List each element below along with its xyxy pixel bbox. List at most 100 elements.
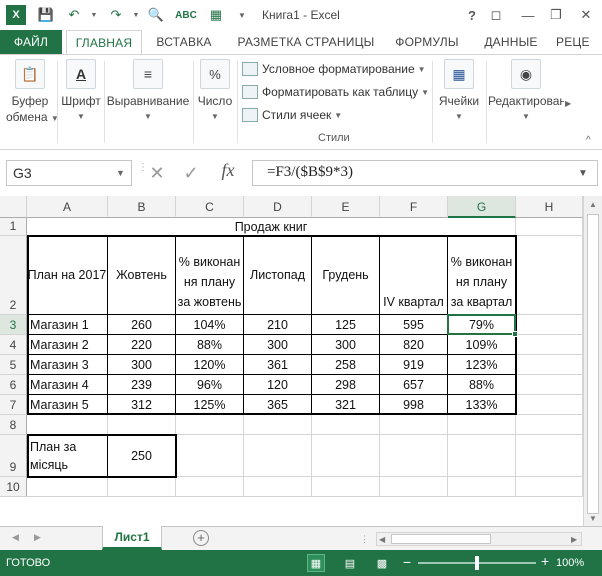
horizontal-scroll-thumb[interactable] [391, 534, 491, 544]
tab-page-layout[interactable]: РАЗМЕТКА СТРАНИЦЫ [232, 30, 380, 55]
close-icon[interactable]: ✕ [574, 4, 598, 26]
plan-value-cell[interactable]: 250 [108, 435, 175, 476]
header-cell[interactable]: Жовтень [108, 236, 175, 314]
row-header-1[interactable]: 1 [0, 218, 27, 236]
ribbon-scroll-right-icon[interactable]: ▶ [565, 99, 571, 108]
vertical-scroll-thumb[interactable] [587, 214, 599, 514]
tab-data[interactable]: ДАННЫЕ [478, 30, 544, 55]
page-break-view-icon[interactable]: ▩ [374, 555, 390, 571]
data-cell[interactable]: 120% [176, 355, 243, 374]
undo-dropdown-icon[interactable]: ▼ [84, 5, 104, 25]
store-name-cell[interactable]: Магазин 1 [27, 315, 107, 334]
restore-icon[interactable]: ❐ [544, 4, 568, 26]
data-cell[interactable]: 125% [176, 395, 243, 414]
editing-group[interactable]: ◉ Редактирование ▼ [488, 59, 564, 125]
page-layout-view-icon[interactable]: ▤ [342, 555, 358, 571]
tab-file[interactable]: ФАЙЛ [0, 30, 62, 55]
column-header-f[interactable]: F [380, 196, 448, 218]
conditional-formatting-button[interactable]: Условное форматирование ▼ [242, 59, 426, 79]
save-icon[interactable]: 💾 [36, 5, 56, 25]
data-cell[interactable]: 123% [448, 355, 515, 374]
formula-input[interactable]: =F3/($B$9*3) [252, 160, 598, 186]
row-header-8[interactable]: 8 [0, 415, 27, 435]
enter-icon[interactable]: ✓ [178, 161, 204, 185]
expand-formula-bar-icon[interactable]: ▼ [578, 168, 588, 179]
data-cell[interactable]: 258 [312, 355, 379, 374]
tab-review[interactable]: РЕЦЕ [556, 30, 590, 55]
chevron-down-icon[interactable]: ▼ [116, 168, 125, 178]
data-cell[interactable]: 657 [380, 375, 447, 394]
data-cell[interactable]: 96% [176, 375, 243, 394]
number-group[interactable]: % Число ▼ [196, 59, 234, 125]
data-cell[interactable]: 88% [176, 335, 243, 354]
column-header-e[interactable]: E [312, 196, 380, 218]
data-cell[interactable]: 220 [108, 335, 175, 354]
data-cell[interactable]: 88% [448, 375, 515, 394]
scroll-up-icon[interactable]: ▲ [589, 200, 597, 209]
header-cell[interactable]: IV квартал [380, 236, 447, 314]
data-cell[interactable]: 109% [448, 335, 515, 354]
redo-icon[interactable]: ↷ [106, 5, 126, 25]
cell-styles-button[interactable]: Стили ячеек ▼ [242, 105, 342, 125]
zoom-level[interactable]: 100% [556, 557, 584, 569]
alignment-group[interactable]: ≡ Выравнивание ▼ [106, 59, 190, 125]
column-header-g[interactable]: G [448, 196, 516, 218]
minimize-icon[interactable]: — [516, 4, 540, 26]
zoom-in-button[interactable]: + [541, 553, 549, 569]
row-header-7[interactable]: 7 [0, 395, 27, 415]
print-preview-icon[interactable]: 🔍 [146, 5, 166, 25]
store-name-cell[interactable]: Магазин 2 [27, 335, 107, 354]
tab-home[interactable]: ГЛАВНАЯ [66, 30, 142, 56]
row-header-6[interactable]: 6 [0, 375, 27, 395]
redo-dropdown-icon[interactable]: ▼ [126, 5, 146, 25]
data-cell[interactable]: 595 [380, 315, 447, 334]
customize-quick-access-icon[interactable]: ▼ [232, 5, 252, 25]
plan-label-cell[interactable]: План за місяць [27, 435, 107, 476]
cancel-icon[interactable]: ✕ [144, 161, 170, 185]
store-name-cell[interactable]: Магазин 5 [27, 395, 107, 414]
table-title[interactable]: Продаж книг [27, 218, 515, 235]
scroll-right-icon[interactable]: ▶ [571, 535, 577, 544]
font-group[interactable]: A Шрифт ▼ [60, 59, 102, 125]
fill-handle[interactable] [512, 331, 518, 337]
tab-insert[interactable]: ВСТАВКА [150, 30, 218, 55]
collapse-ribbon-icon[interactable]: ^ [586, 135, 591, 146]
spell-check-icon[interactable]: ABC [175, 5, 197, 25]
data-cell[interactable]: 365 [244, 395, 311, 414]
data-cell[interactable]: 239 [108, 375, 175, 394]
normal-view-icon[interactable]: ▦ [307, 554, 325, 572]
data-cell[interactable]: 300 [244, 335, 311, 354]
data-cell[interactable]: 104% [176, 315, 243, 334]
header-cell[interactable]: План на 2017 [27, 236, 107, 314]
zoom-out-button[interactable]: − [403, 554, 411, 570]
data-cell[interactable]: 361 [244, 355, 311, 374]
row-header-3[interactable]: 3 [0, 315, 27, 335]
column-header-d[interactable]: D [244, 196, 312, 218]
data-cell[interactable]: 300 [108, 355, 175, 374]
zoom-slider-handle[interactable] [475, 556, 479, 570]
scroll-down-icon[interactable]: ▼ [589, 514, 597, 523]
store-name-cell[interactable]: Магазин 3 [27, 355, 107, 374]
format-as-table-button[interactable]: Форматировать как таблицу ▼ [242, 82, 429, 102]
header-cell[interactable]: % виконан ня плану за квартал [448, 236, 515, 314]
data-cell[interactable]: 125 [312, 315, 379, 334]
insert-function-button[interactable]: fx [212, 160, 244, 186]
store-name-cell[interactable]: Магазин 4 [27, 375, 107, 394]
data-cell[interactable]: 312 [108, 395, 175, 414]
help-button[interactable]: ? [460, 4, 484, 26]
data-cell[interactable]: 133% [448, 395, 515, 414]
name-box[interactable]: G3 [6, 160, 132, 186]
column-header-a[interactable]: A [27, 196, 108, 218]
data-cell[interactable]: 919 [380, 355, 447, 374]
vertical-scrollbar[interactable]: ▲ ▼ [583, 196, 602, 526]
row-header-2[interactable]: 2 [0, 236, 27, 315]
scroll-left-icon[interactable]: ◀ [379, 535, 385, 544]
header-cell[interactable]: Грудень [312, 236, 379, 314]
add-sheet-button[interactable]: + [193, 530, 209, 546]
tab-formulas[interactable]: ФОРМУЛЫ [388, 30, 466, 55]
row-header-9[interactable]: 9 [0, 435, 27, 477]
select-all-corner[interactable] [0, 196, 27, 218]
header-cell[interactable]: Листопад [244, 236, 311, 314]
row-header-5[interactable]: 5 [0, 355, 27, 375]
worksheet-grid[interactable]: A B C D E F G H 1 2 3 4 5 6 7 8 9 10 Продаж книг План на 20… [0, 196, 602, 526]
